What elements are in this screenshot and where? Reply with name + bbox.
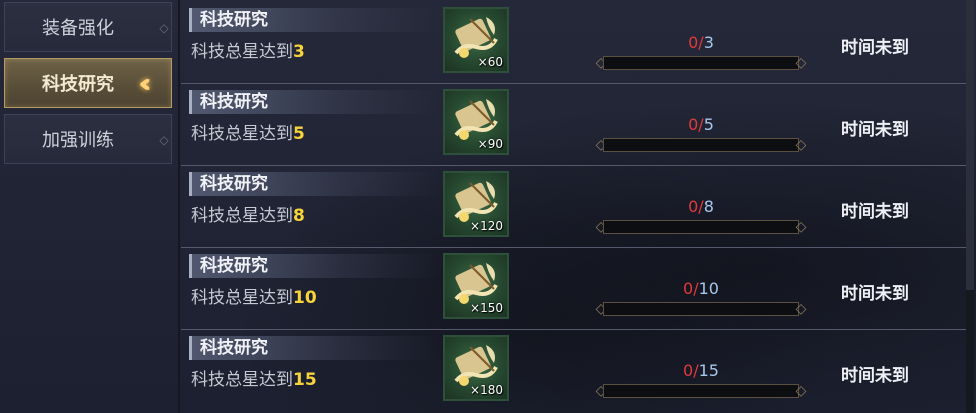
tab-enhanced-training[interactable]: 加强训练 ◇: [4, 114, 172, 164]
tab-label: 装备强化: [42, 18, 114, 39]
bar-cap-right-icon: ◇: [795, 137, 807, 153]
progress-goal: 5: [703, 115, 714, 134]
tab-label: 科技研究: [42, 74, 114, 95]
progress-bar: [603, 384, 799, 398]
task-description: 科技总星达到15: [191, 368, 317, 392]
task-target-number: 10: [293, 288, 317, 308]
task-row: 科技研究 科技总星达到5 ×90 0/5 ◇ ◇ 时间未到: [181, 84, 966, 166]
task-row: 科技研究 科技总星达到3 ×60 0/3 ◇ ◇ 时间未到: [181, 2, 966, 84]
task-target-number: 5: [293, 124, 305, 144]
task-status: 时间未到: [841, 366, 909, 386]
task-desc-prefix: 科技总星达到: [191, 42, 293, 62]
task-row: 科技研究 科技总星达到15 ×180 0/15 ◇ ◇ 时间未到: [181, 330, 966, 412]
bar-cap-right-icon: ◇: [795, 55, 807, 71]
reward-count: ×90: [477, 137, 503, 151]
tab-equipment-enhance[interactable]: 装备强化 ◇: [4, 2, 172, 52]
task-title: 科技研究: [189, 172, 439, 196]
tab-tech-research[interactable]: 科技研究 ‹‹‹: [4, 58, 172, 108]
task-desc-prefix: 科技总星达到: [191, 206, 293, 226]
progress-bar: [603, 302, 799, 316]
progress-text: 0/15: [591, 360, 811, 382]
progress-block: 0/5 ◇ ◇: [591, 114, 811, 153]
task-description: 科技总星达到5: [191, 122, 305, 146]
task-title: 科技研究: [189, 336, 439, 360]
progress-current: 0: [688, 33, 699, 52]
reward-count: ×150: [470, 301, 503, 315]
progress-text: 0/3: [591, 32, 811, 54]
reward-item-slot[interactable]: ×150: [443, 253, 509, 319]
scroll-quill-icon: [454, 17, 498, 58]
reward-item-slot[interactable]: ×90: [443, 89, 509, 155]
reward-count: ×120: [470, 219, 503, 233]
task-target-number: 15: [293, 370, 317, 390]
progress-block: 0/15 ◇ ◇: [591, 360, 811, 399]
task-desc-prefix: 科技总星达到: [191, 288, 293, 308]
progress-block: 0/10 ◇ ◇: [591, 278, 811, 317]
task-status: 时间未到: [841, 120, 909, 140]
progress-text: 0/5: [591, 114, 811, 136]
task-row: 科技研究 科技总星达到8 ×120 0/8 ◇ ◇ 时间未到: [181, 166, 966, 248]
progress-current: 0: [683, 361, 694, 380]
tab-label: 加强训练: [42, 130, 114, 151]
bar-cap-right-icon: ◇: [795, 383, 807, 399]
task-target-number: 3: [293, 42, 305, 62]
reward-item-slot[interactable]: ×60: [443, 7, 509, 73]
double-chevron-left-icon: ‹‹‹: [141, 70, 169, 98]
progress-current: 0: [688, 115, 699, 134]
task-title: 科技研究: [189, 90, 439, 114]
progress-current: 0: [688, 197, 699, 216]
task-title: 科技研究: [189, 8, 439, 32]
scroll-quill-icon: [454, 345, 498, 386]
task-description: 科技总星达到8: [191, 204, 305, 228]
progress-text: 0/10: [591, 278, 811, 300]
task-desc-prefix: 科技总星达到: [191, 124, 293, 144]
sidebar-divider: [178, 0, 180, 413]
scroll-quill-icon: [454, 181, 498, 222]
task-desc-prefix: 科技总星达到: [191, 370, 293, 390]
progress-bar: [603, 138, 799, 152]
reward-count: ×180: [470, 383, 503, 397]
progress-block: 0/8 ◇ ◇: [591, 196, 811, 235]
tab-notch-icon: ◇: [159, 21, 169, 35]
reward-count: ×60: [477, 55, 503, 69]
task-row: 科技研究 科技总星达到10 ×150 0/10 ◇ ◇ 时间未到: [181, 248, 966, 330]
progress-bar: [603, 56, 799, 70]
task-target-number: 8: [293, 206, 305, 226]
progress-goal: 10: [698, 279, 719, 298]
task-description: 科技总星达到10: [191, 286, 317, 310]
task-status: 时间未到: [841, 284, 909, 304]
task-status: 时间未到: [841, 38, 909, 58]
bar-cap-right-icon: ◇: [795, 219, 807, 235]
bar-cap-right-icon: ◇: [795, 301, 807, 317]
progress-goal: 3: [703, 33, 714, 52]
progress-goal: 8: [703, 197, 714, 216]
progress-text: 0/8: [591, 196, 811, 218]
reward-item-slot[interactable]: ×180: [443, 335, 509, 401]
progress-current: 0: [683, 279, 694, 298]
task-list: 科技研究 科技总星达到3 ×60 0/3 ◇ ◇ 时间未到 科技研究 科技总星达…: [181, 0, 966, 413]
scroll-quill-icon: [454, 263, 498, 304]
reward-item-slot[interactable]: ×120: [443, 171, 509, 237]
progress-bar: [603, 220, 799, 234]
sidebar: 装备强化 ◇ 科技研究 ‹‹‹ 加强训练 ◇: [0, 0, 180, 413]
tab-notch-icon: ◇: [159, 133, 169, 147]
progress-block: 0/3 ◇ ◇: [591, 32, 811, 71]
task-title: 科技研究: [189, 254, 439, 278]
task-status: 时间未到: [841, 202, 909, 222]
scrollbar-thumb[interactable]: [966, 0, 974, 290]
task-description: 科技总星达到3: [191, 40, 305, 64]
progress-goal: 15: [698, 361, 719, 380]
scroll-quill-icon: [454, 99, 498, 140]
